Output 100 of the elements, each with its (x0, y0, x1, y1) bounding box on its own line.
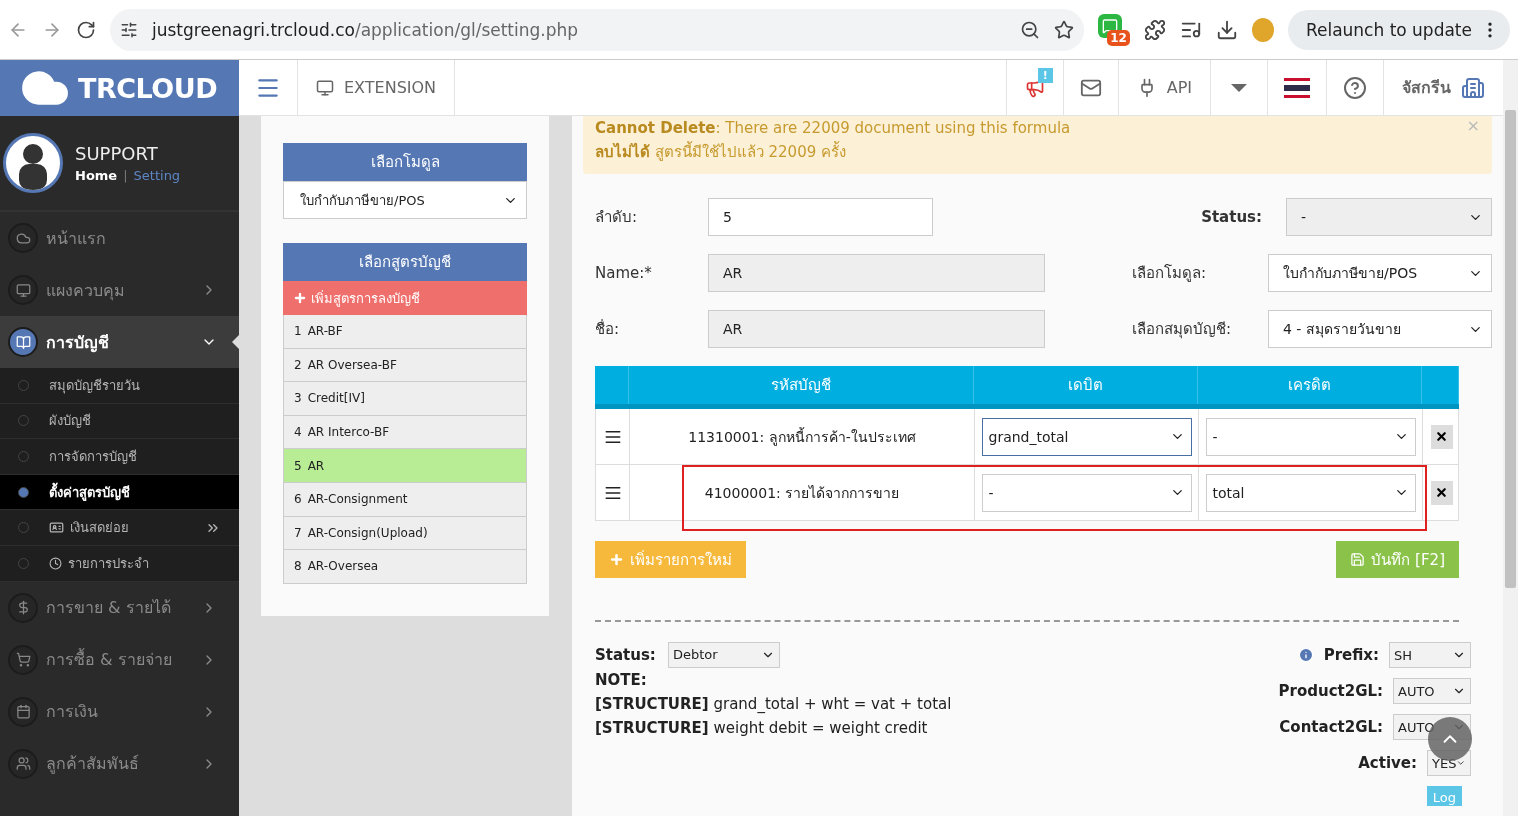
formula-item[interactable]: 1 AR-BF (283, 315, 527, 349)
cloud-icon (15, 230, 31, 246)
puzzle-icon[interactable] (1143, 18, 1166, 41)
user-menu[interactable]: จัสกรีน (1384, 60, 1503, 115)
submenu-item[interactable]: ผังบัญชี (0, 403, 239, 440)
table-cell: 41000001: รายได้จากการขาย (630, 465, 975, 520)
building-icon (1461, 75, 1485, 100)
table-cell: 11310001: ลูกหนี้การค้า-ในประเทศ (630, 409, 975, 464)
breadcrumb-link[interactable]: Setting (133, 168, 181, 183)
monitor-icon (15, 282, 31, 298)
field-label: Status: (595, 645, 656, 666)
sidebar-item[interactable]: ลูกค้าสัมพันธ์ (0, 737, 239, 790)
select-field[interactable]: 4 - สมุดรายวันขาย (1268, 310, 1492, 348)
caret-icon[interactable] (1231, 83, 1247, 92)
alert-badge: ! (1037, 68, 1053, 83)
input-field[interactable]: AR (708, 254, 1045, 292)
zoom-icon[interactable] (1019, 19, 1040, 40)
credit-select[interactable]: total (1205, 473, 1416, 512)
alert-text: Cannot Delete: There are 22009 document using this formula (595, 118, 1072, 139)
field-label: ลำดับ: (595, 207, 639, 228)
status-select[interactable]: Debtor (667, 642, 780, 668)
debit-select[interactable]: - (981, 473, 1192, 512)
module-select[interactable]: ใบกำกับภาษีขาย/POS (283, 181, 527, 219)
formula-item[interactable]: 3 Credit[IV] (283, 382, 527, 416)
star-icon[interactable] (1053, 19, 1074, 40)
sidebar-item[interactable]: แผงควบคุม (0, 264, 239, 316)
sidebar-item[interactable]: การซื้อ & รายจ่าย (0, 633, 239, 686)
save-icon (1350, 552, 1366, 567)
submenu-item[interactable]: การจัดการบัญชี (0, 439, 239, 475)
timeline-dot (18, 379, 29, 391)
select-field[interactable]: ใบกำกับภาษีขาย/POS (1268, 254, 1492, 292)
formula-item[interactable]: 2 AR Oversea-BF (283, 348, 527, 383)
api-button[interactable]: API (1118, 60, 1211, 115)
users-icon (15, 756, 31, 772)
field-label: ชื่อ: (595, 318, 621, 340)
timeline-dot (18, 415, 29, 427)
timeline-dot (18, 522, 29, 534)
sidebar-item[interactable]: การขาย & รายได้ (0, 581, 239, 634)
active-pointer (232, 335, 239, 349)
count-badge: 12 (1107, 29, 1130, 46)
extension-tab[interactable]: EXTENSION (298, 60, 456, 115)
submenu-item[interactable]: เงินสดย่อย (0, 510, 239, 546)
submenu-item[interactable]: ตั้งค่าสูตรบัญชี (0, 474, 239, 511)
column-header: รหัสบัญชี (629, 366, 974, 404)
field-label: เลือกโมดูล: (1132, 263, 1208, 284)
reload-icon[interactable] (76, 19, 96, 40)
user-name: SUPPORT (75, 143, 159, 164)
sidebar-item[interactable]: การบัญชี (0, 316, 239, 368)
field-label: Contact2GL: (1279, 718, 1383, 736)
breadcrumb-link[interactable]: Home (75, 168, 118, 183)
plus-icon (609, 552, 624, 567)
id-card-icon (49, 520, 64, 536)
note-text: [STRUCTURE] grand_total + wht = vat + total (595, 694, 952, 715)
input-field[interactable]: 5 (708, 198, 933, 236)
credit-select[interactable]: - (1205, 417, 1416, 456)
site-settings-icon[interactable] (120, 20, 138, 39)
column-header: เดบิต (974, 366, 1198, 404)
timeline-dot (18, 557, 29, 569)
timeline-dot (18, 486, 29, 498)
formula-item[interactable]: 6 AR-Consignment (283, 482, 527, 517)
input-field[interactable]: AR (708, 310, 1045, 348)
url-text: justgreenagri.trcloud.co/application/gl/setting.php (152, 19, 580, 40)
setting-select[interactable]: AUTO (1393, 678, 1471, 704)
help-icon[interactable] (1343, 75, 1367, 100)
formula-item[interactable]: 7 AR-Consign(Upload) (283, 516, 527, 551)
panel-header: เลือกสูตรบัญชี (283, 243, 527, 281)
delete-button[interactable] (1430, 480, 1453, 505)
download-icon[interactable] (1215, 18, 1238, 41)
sidebar-item[interactable]: การเงิน (0, 685, 239, 738)
relaunch-button[interactable]: Relaunch to update (1287, 9, 1510, 50)
calendar-icon (15, 704, 31, 720)
flag-icon[interactable] (1284, 77, 1310, 98)
scrollbar[interactable] (1503, 60, 1518, 816)
delete-button[interactable] (1430, 424, 1453, 449)
field-label: เลือกสมุดบัญชี: (1132, 319, 1233, 341)
formula-item[interactable]: 4 AR Interco-BF (283, 415, 527, 450)
timeline-dot (18, 451, 29, 462)
address-bar[interactable]: justgreenagri.trcloud.co/application/gl/setting.php (110, 8, 1084, 51)
field-label: Prefix: (1323, 646, 1379, 664)
setting-select[interactable]: SH (1389, 642, 1471, 668)
formula-item[interactable]: 5 AR (283, 449, 527, 483)
plus-icon (293, 291, 307, 305)
submenu-item[interactable]: สมุดบัญชีรายวัน (0, 368, 239, 404)
note-title: NOTE: (595, 670, 648, 691)
field-label: Status: (1200, 207, 1263, 228)
panel-header: เลือกโมดูล (283, 143, 527, 181)
separator: | (123, 168, 128, 183)
info-icon[interactable] (1297, 647, 1314, 663)
field-label: Name:* (595, 263, 653, 284)
select-field[interactable]: - (1286, 198, 1492, 236)
field-label: Active: (1358, 754, 1417, 772)
formula-item[interactable]: 8 AR-Oversea (283, 550, 527, 584)
column-header: เครดิต (1198, 366, 1422, 404)
submenu-item[interactable]: รายการประจำ (0, 545, 239, 582)
note-text: [STRUCTURE] weight debit = weight credit (595, 718, 929, 739)
close-icon (1435, 486, 1448, 499)
monitor-icon (316, 78, 334, 97)
debit-select[interactable]: grand_total (981, 417, 1192, 456)
sidebar-item[interactable]: หน้าแรก (0, 212, 239, 264)
logo: TRCLOUD (0, 60, 239, 116)
